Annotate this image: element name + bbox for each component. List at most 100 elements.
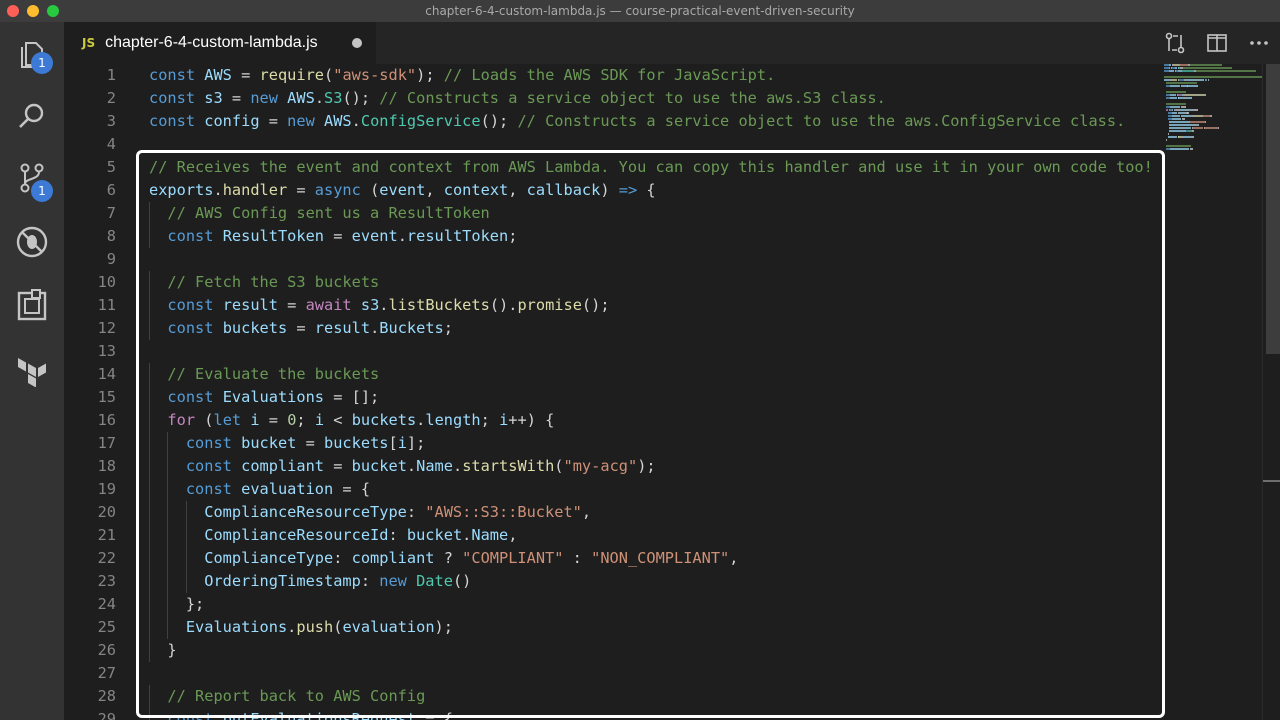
- code-line[interactable]: 11 const result = await s3.listBuckets()…: [64, 294, 1260, 317]
- debug-button[interactable]: [0, 214, 64, 270]
- code-token: ++) {: [508, 411, 555, 429]
- code-line[interactable]: 9: [64, 248, 1260, 271]
- code-content: const bucket = buckets[i];: [149, 432, 426, 455]
- more-actions-button[interactable]: [1238, 22, 1280, 64]
- scrollbar-thumb[interactable]: [1266, 64, 1280, 354]
- code-line[interactable]: 20 ComplianceResourceType: "AWS::S3::Buc…: [64, 501, 1260, 524]
- code-line[interactable]: 27: [64, 662, 1260, 685]
- code-line[interactable]: 2 const s3 = new AWS.S3(); // Constructs …: [64, 87, 1260, 110]
- line-number: 13: [97, 342, 116, 360]
- code-line[interactable]: 16 for (let i = 0; i < buckets.length; i…: [64, 409, 1260, 432]
- code-line[interactable]: 25 Evaluations.push(evaluation);: [64, 616, 1260, 639]
- code-line[interactable]: 7 // AWS Config sent us a ResultToken: [64, 202, 1260, 225]
- explorer-button[interactable]: 1: [0, 26, 64, 82]
- code-token: .: [314, 89, 325, 107]
- code-token: callback: [526, 181, 601, 199]
- code-line[interactable]: 26 }: [64, 639, 1260, 662]
- code-token: :: [360, 572, 380, 590]
- code-line[interactable]: 5 // Receives the event and context from …: [64, 156, 1260, 179]
- code-line[interactable]: 29 const putEvaluationsRequest = {: [64, 708, 1260, 720]
- code-token: =: [287, 181, 315, 199]
- minimap-line: [1167, 136, 1178, 138]
- code-line[interactable]: 22 ComplianceType: compliant ? "COMPLIAN…: [64, 547, 1260, 570]
- unsaved-indicator-icon[interactable]: [352, 38, 362, 48]
- code-line[interactable]: 6 exports.handler = async (event, context…: [64, 179, 1260, 202]
- minimap[interactable]: [1164, 64, 1263, 154]
- source-control-button[interactable]: 1: [0, 150, 64, 206]
- code-line[interactable]: 13: [64, 340, 1260, 363]
- minimap-line: [1187, 112, 1190, 114]
- code-token: new: [287, 112, 325, 130]
- code-token: (: [554, 457, 564, 475]
- code-token: // Fetch the S3 buckets: [167, 273, 380, 291]
- minimap-line: [1172, 112, 1178, 114]
- code-line[interactable]: 3 const config = new AWS.ConfigService();…: [64, 110, 1260, 133]
- code-line[interactable]: 10 // Fetch the S3 buckets: [64, 271, 1260, 294]
- code-token: ComplianceType: [204, 549, 334, 567]
- code-token: .: [351, 112, 361, 130]
- code-line[interactable]: 15 const Evaluations = [];: [64, 386, 1260, 409]
- code-token: ,: [729, 549, 739, 567]
- code-token: const: [185, 434, 242, 452]
- code-line[interactable]: 21 ComplianceResourceId: bucket.Name,: [64, 524, 1260, 547]
- minimap-line: [1218, 127, 1219, 129]
- tab-chapter-6-4-custom-lambda[interactable]: JS chapter-6-4-custom-lambda.js: [64, 22, 376, 64]
- code-line[interactable]: 17 const bucket = buckets[i];: [64, 432, 1260, 455]
- minimap-line: [1164, 76, 1263, 78]
- code-content: const Evaluations = [];: [149, 386, 379, 409]
- code-token: ,: [508, 526, 518, 544]
- extensions-button[interactable]: [0, 278, 64, 334]
- code-line[interactable]: 28 // Report back to AWS Config: [64, 685, 1260, 708]
- minimap-line: [1169, 121, 1190, 123]
- code-token: const: [167, 710, 223, 720]
- line-number: 8: [106, 227, 116, 245]
- code-editor[interactable]: 1 const AWS = require("aws-sdk"); // Load…: [64, 64, 1260, 720]
- code-line[interactable]: 24 };: [64, 593, 1260, 616]
- code-token: s3: [360, 296, 380, 314]
- open-changes-button[interactable]: [1154, 22, 1196, 64]
- split-editor-button[interactable]: [1196, 22, 1238, 64]
- terraform-icon: [18, 358, 46, 387]
- code-token: .: [462, 526, 472, 544]
- code-token: ,: [581, 503, 592, 521]
- code-token: const: [167, 388, 223, 406]
- indent-guide: [149, 478, 150, 501]
- code-token: ;: [296, 411, 315, 429]
- code-token: const: [149, 89, 205, 107]
- minimap-line: [1172, 115, 1181, 117]
- line-number: 1: [106, 66, 116, 84]
- code-token: ];: [406, 434, 426, 452]
- code-content: const buckets = result.Buckets;: [149, 317, 453, 340]
- code-line[interactable]: 14 // Evaluate the buckets: [64, 363, 1260, 386]
- terraform-button[interactable]: [0, 342, 64, 398]
- indent-guide: [185, 547, 187, 570]
- code-token: s3: [204, 89, 223, 107]
- code-line[interactable]: 12 const buckets = result.Buckets;: [64, 317, 1260, 340]
- indent-guide: [149, 202, 150, 225]
- indent-guide: [149, 501, 150, 524]
- code-content: const evaluation = {: [149, 478, 370, 501]
- code-content: ComplianceResourceId: bucket.Name,: [149, 524, 517, 547]
- code-token: event: [351, 227, 398, 245]
- vertical-scrollbar[interactable]: [1262, 64, 1280, 720]
- code-token: .: [406, 457, 417, 475]
- code-line[interactable]: 23 OrderingTimestamp: new Date(): [64, 570, 1260, 593]
- code-line[interactable]: 19 const evaluation = {: [64, 478, 1260, 501]
- code-line[interactable]: 4: [64, 133, 1260, 156]
- search-button[interactable]: [0, 88, 64, 144]
- code-content: const AWS = require("aws-sdk"); // Loads…: [149, 64, 775, 87]
- code-token: );: [434, 618, 453, 636]
- line-number: 22: [97, 549, 116, 567]
- code-token: "my-acg": [563, 457, 638, 475]
- indent-guide: [149, 225, 150, 248]
- code-line[interactable]: 18 const compliant = bucket.Name.startsW…: [64, 455, 1260, 478]
- code-token: ;: [480, 411, 500, 429]
- code-line[interactable]: 1 const AWS = require("aws-sdk"); // Load…: [64, 64, 1260, 87]
- line-number: 24: [97, 595, 116, 613]
- code-token: =: [324, 457, 352, 475]
- code-line[interactable]: 8 const ResultToken = event.resultToken;: [64, 225, 1260, 248]
